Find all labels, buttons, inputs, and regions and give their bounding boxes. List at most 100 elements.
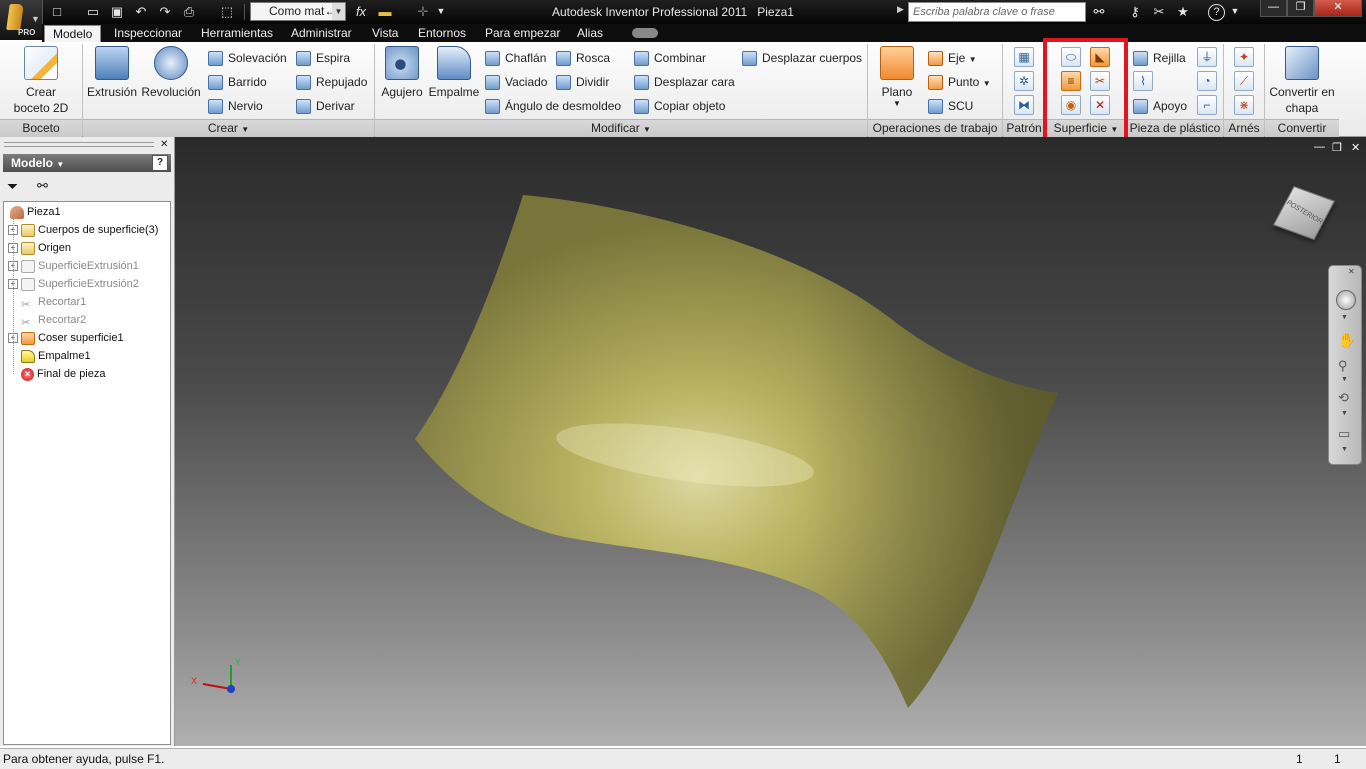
emboss-button[interactable]: Repujado [296, 72, 367, 92]
lip-icon[interactable]: ◔ [1197, 71, 1217, 91]
copy-object-button[interactable]: Copiar objeto [634, 96, 725, 116]
open-icon[interactable]: ▭ [84, 3, 102, 20]
close-icon[interactable]: ✕ [1351, 141, 1360, 154]
surface-model[interactable] [175, 137, 1366, 746]
graphics-viewport[interactable]: — ❐ ✕ POSTERIOR ✕ ▼ ✋ ⚲ ▼ ⟲ ▼ ▭ ▼ Y X [175, 137, 1366, 746]
tree-item[interactable]: + Cuerpos de superficie(3) [8, 221, 158, 239]
close-button[interactable]: ✕ [1314, 0, 1362, 17]
maximize-button[interactable]: ❐ [1287, 0, 1314, 17]
derive-button[interactable]: Derivar [296, 96, 355, 116]
panel-label-crear[interactable]: Crear ▼ [83, 119, 374, 137]
chevron-right-icon[interactable]: ▶ [897, 4, 904, 15]
save-icon[interactable]: ▣ [108, 3, 126, 20]
combine-button[interactable]: Combinar [634, 48, 706, 68]
tab-vista[interactable]: Vista [372, 25, 398, 42]
circular-pattern-icon[interactable]: ✲ [1014, 71, 1034, 91]
filter-icon[interactable]: ⏷ [7, 178, 18, 195]
panel-label-trabajo[interactable]: Operaciones de trabajo [868, 119, 1002, 137]
harness-place-icon[interactable]: ⋇ [1234, 95, 1254, 115]
tab-inspeccionar[interactable]: Inspeccionar [114, 25, 182, 42]
tab-herramientas[interactable]: Herramientas [201, 25, 273, 42]
tab-administrar[interactable]: Administrar [291, 25, 352, 42]
binoculars-icon[interactable]: ⚯ [37, 178, 48, 194]
draft-button[interactable]: Ángulo de desmoldeo [485, 96, 621, 116]
move-bodies-button[interactable]: Desplazar cuerpos [742, 48, 862, 68]
harness-wire-icon[interactable]: ⟋ [1234, 71, 1254, 91]
minimize-button[interactable]: — [1260, 0, 1287, 17]
ucs-button[interactable]: SCU [928, 96, 973, 116]
restore-icon[interactable]: ❐ [1332, 141, 1342, 154]
plane-button[interactable]: Plano ▼ [876, 46, 918, 108]
tree-item[interactable]: ✂ Recortar2 [21, 311, 86, 329]
application-menu-button[interactable]: PRO ▼ [0, 0, 43, 40]
rest-button[interactable]: Apoyo [1133, 96, 1187, 116]
ribbon-options-icon[interactable] [632, 28, 658, 38]
tree-item[interactable]: ✕ Final de pieza [21, 365, 106, 383]
tab-para-empezar[interactable]: Para empezar [485, 25, 560, 42]
close-icon[interactable]: ✕ [1348, 267, 1355, 276]
convert-to-sheet-metal-button[interactable]: Convertir en chapa [1266, 46, 1338, 116]
print-icon[interactable]: ⎙ [180, 3, 198, 20]
chevron-down-icon[interactable]: ▼ [1341, 410, 1348, 417]
browser-grip[interactable] [4, 142, 154, 147]
select-icon[interactable]: ⬚ [218, 3, 236, 20]
tree-item[interactable]: + Origen [8, 239, 71, 257]
snap-fit-icon[interactable]: ⌇ [1133, 71, 1153, 91]
tab-modelo[interactable]: Modelo [44, 25, 102, 42]
redo-icon[interactable]: ↷ [156, 3, 174, 20]
loft-button[interactable]: Solevación [208, 48, 287, 68]
browser-header[interactable]: Modelo ▼ [3, 154, 171, 172]
sweep-button[interactable]: Barrido [208, 72, 267, 92]
chamfer-button[interactable]: Chaflán [485, 48, 546, 68]
help-icon[interactable]: ? [1208, 4, 1225, 21]
color-bar-icon[interactable]: ▬ [376, 3, 394, 20]
revolution-button[interactable]: Revolución [141, 46, 201, 100]
tree-item[interactable]: Pieza1 [10, 203, 61, 221]
tab-entornos[interactable]: Entornos [418, 25, 466, 42]
star-icon[interactable]: ★ [1174, 3, 1192, 20]
measure-icon[interactable]: ✛ [414, 3, 432, 20]
grill-button[interactable]: Rejilla [1133, 48, 1186, 68]
tree-item[interactable]: ✂ Recortar1 [21, 293, 86, 311]
panel-label-boceto[interactable]: Boceto [0, 119, 82, 137]
tree-item[interactable]: + Coser superficie1 [8, 329, 124, 347]
chevron-down-icon[interactable]: ▼ [1341, 314, 1348, 321]
rib-button[interactable]: Nervio [208, 96, 263, 116]
chevron-down-icon[interactable]: ▼ [432, 3, 450, 20]
rule-fillet-icon[interactable]: ⌐ [1197, 95, 1217, 115]
chevron-down-icon[interactable]: ▼ [1341, 446, 1348, 453]
coil-button[interactable]: Espira [296, 48, 350, 68]
fillet-button[interactable]: Empalme [428, 46, 480, 100]
rectangular-pattern-icon[interactable]: ▦ [1014, 47, 1034, 67]
boss-icon[interactable]: ⏚ [1197, 47, 1217, 67]
split-button[interactable]: Dividir [556, 72, 609, 92]
minimize-icon[interactable]: — [1314, 141, 1325, 153]
panel-label-plastico[interactable]: Pieza de plástico [1127, 119, 1223, 137]
hole-button[interactable]: Agujero [379, 46, 425, 100]
panel-label-patron[interactable]: Patrón [1003, 119, 1045, 137]
key-icon[interactable]: ⚷ [1126, 3, 1144, 20]
help-icon[interactable]: ? [152, 155, 168, 171]
steering-wheel-icon[interactable] [1336, 290, 1356, 310]
chevron-down-icon[interactable]: ▼ [1341, 376, 1348, 383]
point-button[interactable]: Punto ▼ [928, 72, 991, 92]
harness-point-icon[interactable]: ✦ [1234, 47, 1254, 67]
tree-item[interactable]: + SuperficieExtrusión2 [8, 275, 139, 293]
panel-label-arnes[interactable]: Arnés [1224, 119, 1264, 137]
undo-icon[interactable]: ↶ [132, 3, 150, 20]
new-file-icon[interactable]: □ [48, 3, 66, 20]
shell-button[interactable]: Vaciado [485, 72, 547, 92]
panel-label-modificar[interactable]: Modificar ▼ [375, 119, 867, 137]
material-select[interactable]: Como mat← ▼ [250, 2, 346, 21]
close-icon[interactable]: ✕ [160, 139, 168, 150]
tools-icon[interactable]: ✂ [1150, 3, 1168, 20]
binoculars-icon[interactable]: ⚯ [1090, 3, 1108, 20]
fx-parameters-icon[interactable]: fx [352, 3, 370, 20]
pan-icon[interactable]: ✋ [1338, 332, 1355, 349]
look-at-icon[interactable]: ▭ [1338, 426, 1350, 442]
create-sketch-button[interactable]: Crear boceto 2D [8, 46, 74, 116]
search-input[interactable]: Escriba palabra clave o frase [908, 2, 1086, 22]
panel-label-convertir[interactable]: Convertir [1265, 119, 1339, 137]
move-face-button[interactable]: Desplazar cara [634, 72, 735, 92]
extrusion-button[interactable]: Extrusión [86, 46, 138, 100]
